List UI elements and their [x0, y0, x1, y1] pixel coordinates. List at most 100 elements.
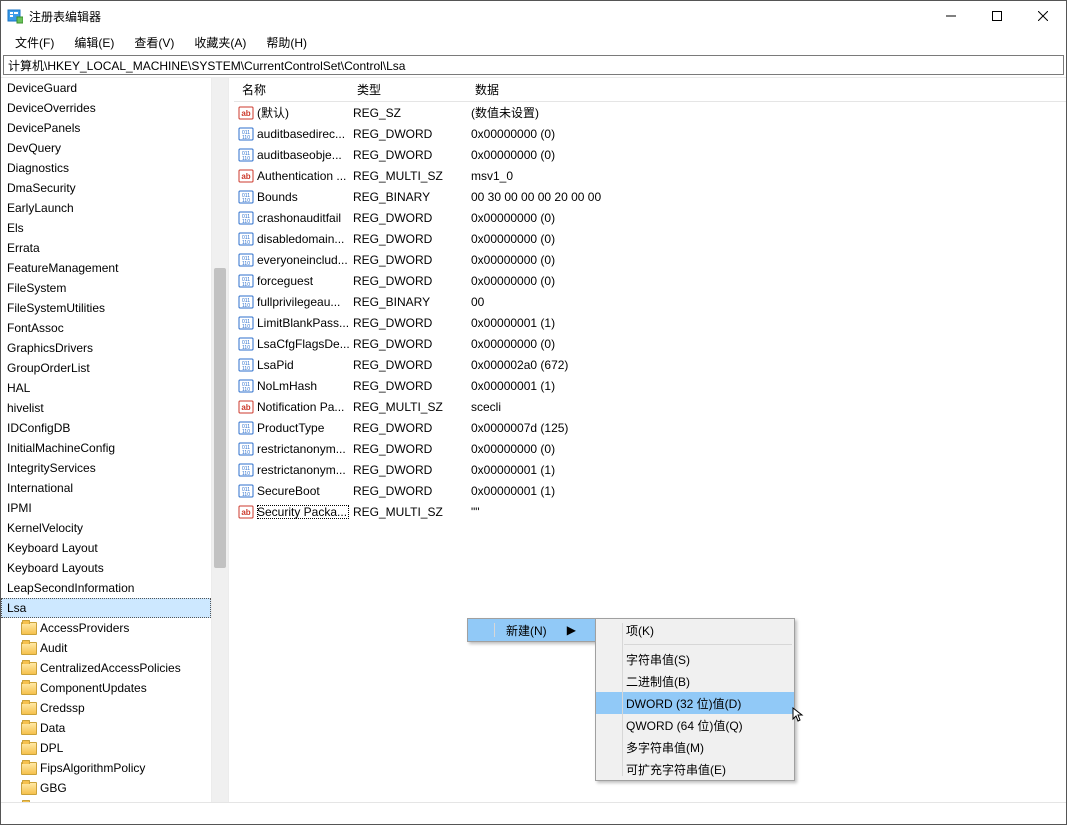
cell-name: 011110SecureBoot: [234, 483, 349, 499]
cell-name: abNotification Pa...: [234, 399, 349, 415]
cell-data: 0x00000000 (0): [467, 442, 1066, 456]
menu-item-new[interactable]: 新建(N) ▶: [468, 619, 596, 641]
tree-item[interactable]: DeviceGuard: [1, 78, 211, 98]
close-button[interactable]: [1020, 1, 1066, 31]
tree-item[interactable]: Audit: [1, 638, 211, 658]
list-row[interactable]: abSecurity Packa...REG_MULTI_SZ"": [234, 501, 1066, 522]
list-row[interactable]: 011110ProductTypeREG_DWORD0x0000007d (12…: [234, 417, 1066, 438]
tree-item[interactable]: HAL: [1, 378, 211, 398]
cell-name: 011110LsaCfgFlagsDe...: [234, 336, 349, 352]
folder-icon: [21, 762, 37, 775]
list-row[interactable]: 011110forceguestREG_DWORD0x00000000 (0): [234, 270, 1066, 291]
tree-item[interactable]: FontAssoc: [1, 318, 211, 338]
tree-item[interactable]: EarlyLaunch: [1, 198, 211, 218]
menu-item-multi[interactable]: 多字符串值(M): [596, 736, 794, 758]
cell-type: REG_DWORD: [349, 127, 467, 141]
tree-item[interactable]: Data: [1, 718, 211, 738]
tree-item[interactable]: GraphicsDrivers: [1, 338, 211, 358]
menu-item-binary[interactable]: 二进制值(B): [596, 670, 794, 692]
tree-item[interactable]: AccessProviders: [1, 618, 211, 638]
tree-item[interactable]: ComponentUpdates: [1, 678, 211, 698]
menu-view[interactable]: 查看(V): [124, 32, 184, 53]
tree-item[interactable]: hivelist: [1, 398, 211, 418]
svg-text:110: 110: [242, 219, 250, 225]
tree-item[interactable]: InitialMachineConfig: [1, 438, 211, 458]
svg-text:110: 110: [242, 471, 250, 477]
menu-item-string[interactable]: 字符串值(S): [596, 648, 794, 670]
menu-item-expand[interactable]: 可扩充字符串值(E): [596, 758, 794, 780]
list-row[interactable]: 011110restrictanonym...REG_DWORD0x000000…: [234, 459, 1066, 480]
header-type[interactable]: 类型: [349, 81, 467, 98]
maximize-button[interactable]: [974, 1, 1020, 31]
menu-file[interactable]: 文件(F): [5, 32, 64, 53]
list-row[interactable]: abAuthentication ...REG_MULTI_SZmsv1_0: [234, 165, 1066, 186]
list-header: 名称 类型 数据: [234, 78, 1066, 102]
tree-item[interactable]: Keyboard Layout: [1, 538, 211, 558]
menu-item-key[interactable]: 项(K): [596, 619, 794, 641]
cell-type: REG_SZ: [349, 106, 467, 120]
folder-icon: [21, 682, 37, 695]
tree-item-label: IDConfigDB: [7, 421, 70, 435]
tree-item[interactable]: DevicePanels: [1, 118, 211, 138]
tree-item[interactable]: Diagnostics: [1, 158, 211, 178]
folder-icon: [21, 802, 37, 803]
list-row[interactable]: 011110auditbaseobje...REG_DWORD0x0000000…: [234, 144, 1066, 165]
tree-item[interactable]: FileSystemUtilities: [1, 298, 211, 318]
list-row[interactable]: 011110LsaCfgFlagsDe...REG_DWORD0x0000000…: [234, 333, 1066, 354]
list-row[interactable]: 011110LsaPidREG_DWORD0x000002a0 (672): [234, 354, 1066, 375]
list-row[interactable]: 011110auditbasedirec...REG_DWORD0x000000…: [234, 123, 1066, 144]
tree-item-label: Errata: [7, 241, 40, 255]
tree-item[interactable]: International: [1, 478, 211, 498]
header-name[interactable]: 名称: [234, 81, 349, 98]
tree-item[interactable]: JD: [1, 798, 211, 802]
tree-item[interactable]: DmaSecurity: [1, 178, 211, 198]
header-data[interactable]: 数据: [467, 81, 1066, 98]
tree-item[interactable]: FipsAlgorithmPolicy: [1, 758, 211, 778]
list-row[interactable]: 011110everyoneinclud...REG_DWORD0x000000…: [234, 249, 1066, 270]
scrollbar-thumb[interactable]: [214, 268, 226, 568]
tree-scrollbar[interactable]: [211, 78, 228, 802]
tree-item-label: FipsAlgorithmPolicy: [40, 761, 145, 775]
list-row[interactable]: 011110crashonauditfailREG_DWORD0x0000000…: [234, 207, 1066, 228]
list-row[interactable]: 011110NoLmHashREG_DWORD0x00000001 (1): [234, 375, 1066, 396]
tree-item[interactable]: Errata: [1, 238, 211, 258]
menu-favorites[interactable]: 收藏夹(A): [184, 32, 256, 53]
list-row[interactable]: abNotification Pa...REG_MULTI_SZscecli: [234, 396, 1066, 417]
tree-item[interactable]: IPMI: [1, 498, 211, 518]
tree-item[interactable]: GroupOrderList: [1, 358, 211, 378]
content-area: DeviceGuardDeviceOverridesDevicePanelsDe…: [1, 77, 1066, 802]
menu-help[interactable]: 帮助(H): [256, 32, 317, 53]
tree-item[interactable]: CentralizedAccessPolicies: [1, 658, 211, 678]
menu-item-dword[interactable]: DWORD (32 位)值(D): [596, 692, 794, 714]
list-row[interactable]: 011110BoundsREG_BINARY00 30 00 00 00 20 …: [234, 186, 1066, 207]
menu-edit[interactable]: 编辑(E): [64, 32, 124, 53]
tree-item[interactable]: DPL: [1, 738, 211, 758]
tree-item[interactable]: IDConfigDB: [1, 418, 211, 438]
tree-item-label: Data: [40, 721, 65, 735]
list-row[interactable]: 011110fullprivilegeau...REG_BINARY00: [234, 291, 1066, 312]
context-menu-new[interactable]: 新建(N) ▶: [467, 618, 597, 642]
tree-item[interactable]: DeviceOverrides: [1, 98, 211, 118]
list-row[interactable]: ab(默认)REG_SZ(数值未设置): [234, 102, 1066, 123]
tree-item[interactable]: Keyboard Layouts: [1, 558, 211, 578]
tree-item[interactable]: Els: [1, 218, 211, 238]
tree-item[interactable]: KernelVelocity: [1, 518, 211, 538]
minimize-button[interactable]: [928, 1, 974, 31]
tree-item[interactable]: FeatureManagement: [1, 258, 211, 278]
menu-item-qword[interactable]: QWORD (64 位)值(Q): [596, 714, 794, 736]
address-bar[interactable]: 计算机\HKEY_LOCAL_MACHINE\SYSTEM\CurrentCon…: [3, 55, 1064, 75]
list-row[interactable]: 011110SecureBootREG_DWORD0x00000001 (1): [234, 480, 1066, 501]
tree-item[interactable]: Credssp: [1, 698, 211, 718]
context-submenu-new[interactable]: 项(K) 字符串值(S) 二进制值(B) DWORD (32 位)值(D) QW…: [595, 618, 795, 781]
list-row[interactable]: 011110disabledomain...REG_DWORD0x0000000…: [234, 228, 1066, 249]
tree-item[interactable]: LeapSecondInformation: [1, 578, 211, 598]
tree-item[interactable]: IntegrityServices: [1, 458, 211, 478]
tree-item[interactable]: Lsa: [1, 598, 211, 618]
tree-item[interactable]: DevQuery: [1, 138, 211, 158]
list-row[interactable]: 011110restrictanonym...REG_DWORD0x000000…: [234, 438, 1066, 459]
tree-item[interactable]: GBG: [1, 778, 211, 798]
titlebar[interactable]: 注册表编辑器: [1, 1, 1066, 31]
list-row[interactable]: 011110LimitBlankPass...REG_DWORD0x000000…: [234, 312, 1066, 333]
tree-view[interactable]: DeviceGuardDeviceOverridesDevicePanelsDe…: [1, 78, 211, 802]
tree-item[interactable]: FileSystem: [1, 278, 211, 298]
